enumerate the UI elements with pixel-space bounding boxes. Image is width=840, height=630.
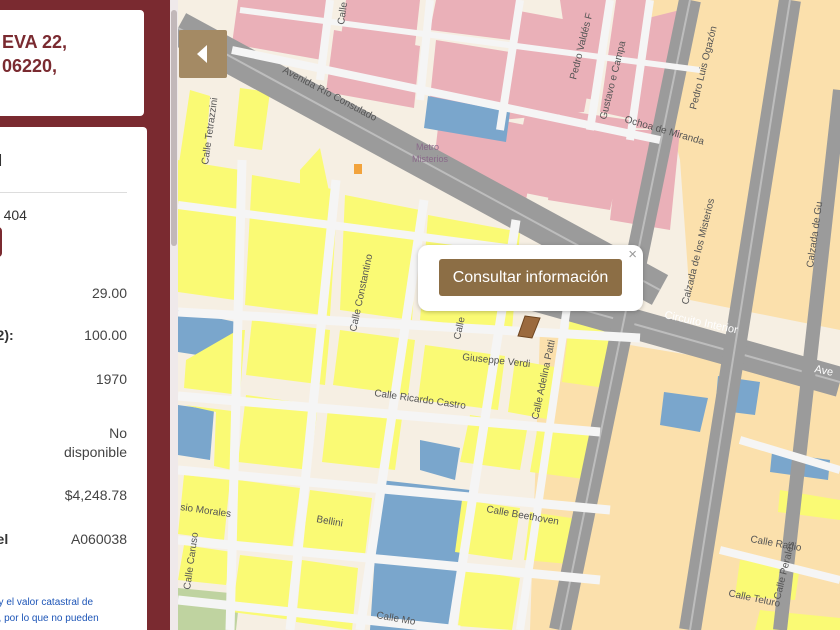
address-line-2: 06220, xyxy=(2,56,58,76)
disclaimer-note: al y el valor catastral de xyxy=(0,597,94,608)
panel-title: al xyxy=(0,151,2,171)
street-label: Metro xyxy=(416,142,439,152)
street-label: Misterios xyxy=(412,154,449,164)
consultar-informacion-button[interactable]: Consultar información xyxy=(439,259,622,296)
panel-subtitle: to 404 xyxy=(0,207,27,223)
chevron-left-icon xyxy=(197,45,207,63)
address-card: EVA 22, 06220, xyxy=(0,8,146,118)
action-button[interactable] xyxy=(0,227,2,257)
row-value: A060038 xyxy=(70,531,127,547)
collapse-sidebar-button[interactable] xyxy=(179,30,227,78)
row-value: 1970 xyxy=(95,371,127,387)
row-value: 100.00 xyxy=(84,327,127,343)
row-label: n2): xyxy=(0,327,14,343)
property-info-card: al to 404 29.00 n2): 100.00 o 1970 No di… xyxy=(0,127,147,630)
row-value: 29.00 xyxy=(91,285,127,301)
sidebar-scrollbar[interactable] xyxy=(170,0,178,630)
divider xyxy=(0,192,127,193)
parcel-popup: × Consultar información xyxy=(418,245,643,311)
row-value: No xyxy=(109,425,127,441)
scrollbar-thumb[interactable] xyxy=(171,10,177,246)
disclaimer-note: os, por lo que no pueden xyxy=(0,613,99,624)
row-value: disponible xyxy=(63,444,127,460)
close-icon[interactable]: × xyxy=(628,246,637,263)
row-value: $4,248.78 xyxy=(64,487,127,503)
address-line-1: EVA 22, xyxy=(2,32,68,52)
row-label: del xyxy=(0,531,9,547)
metro-marker xyxy=(354,164,362,174)
property-sidebar: EVA 22, 06220, al to 404 29.00 n2): 100.… xyxy=(0,0,178,630)
